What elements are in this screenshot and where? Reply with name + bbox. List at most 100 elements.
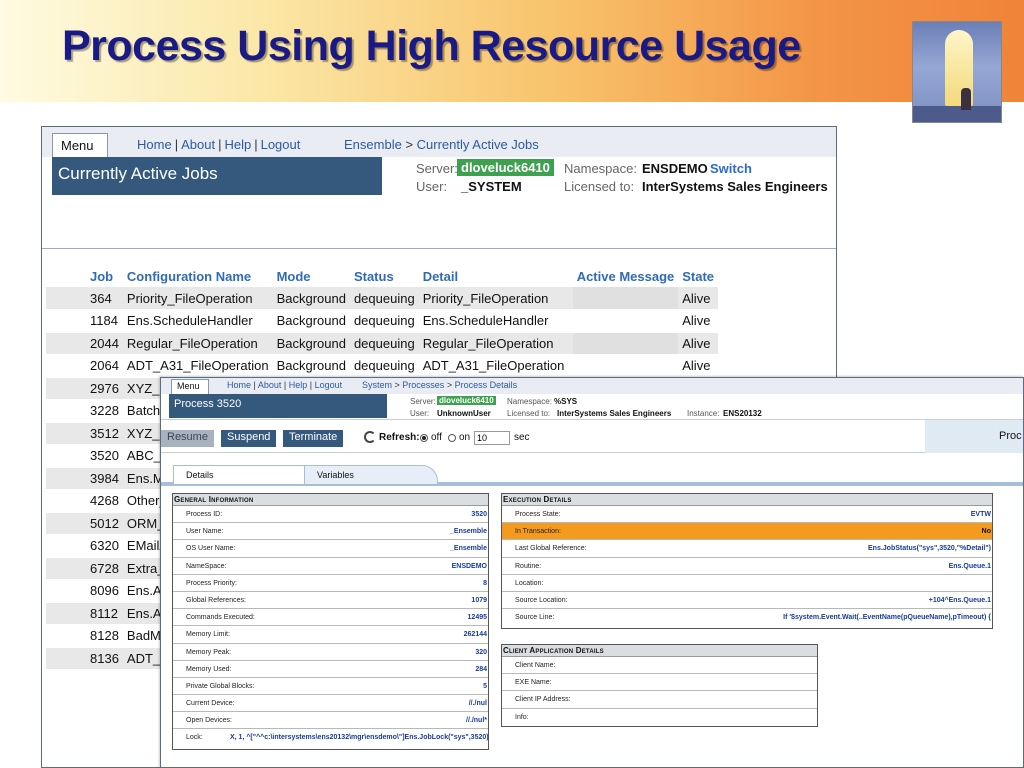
refresh-on-radio[interactable]: [448, 434, 456, 442]
row-spacer: [46, 399, 86, 423]
table-row[interactable]: 2044 Regular_FileOperation Background deque…: [46, 332, 719, 355]
logout-link[interactable]: Logout: [261, 137, 301, 152]
active-message-cell: [572, 287, 679, 310]
col-status[interactable]: Status: [350, 265, 419, 287]
detail-value: 284: [475, 665, 487, 673]
licensed-label: Licensed to:: [564, 179, 635, 194]
process-help-link[interactable]: Help: [289, 380, 308, 390]
client-application-panel: Client Application Details Client Name: E…: [501, 644, 818, 727]
active-message-cell: [572, 309, 679, 333]
user-value: _SYSTEM: [461, 179, 522, 194]
detail-row: Source Location: +104^Ens.Queue.1: [502, 592, 992, 610]
process-breadcrumb: System > Processes > Process Details: [362, 380, 518, 390]
job-cell: 2976: [86, 377, 123, 400]
col-active-message[interactable]: Active Message: [573, 265, 679, 287]
refresh-off-radio[interactable]: [420, 434, 428, 442]
row-spacer: [46, 512, 86, 535]
detail-key: Client IP Address:: [515, 696, 571, 704]
detail-row: Global References: 1079: [173, 592, 488, 610]
breadcrumb-current[interactable]: Currently Active Jobs: [417, 137, 539, 152]
process-logout-link[interactable]: Logout: [315, 380, 343, 390]
detail-key: Memory Used:: [186, 665, 232, 673]
detail-key: Routine:: [515, 562, 542, 570]
job-cell: 8128: [86, 624, 123, 648]
detail-key: Commands Executed:: [186, 614, 255, 622]
col-state[interactable]: State: [678, 265, 718, 287]
detail-row: Info:: [502, 709, 817, 726]
process-title: Process 3520: [169, 394, 387, 418]
tab-variables[interactable]: Variables: [304, 465, 438, 484]
detail-value: Ens.Queue.1: [948, 562, 991, 570]
job-cell: 4268: [86, 489, 123, 513]
tab-details[interactable]: Details: [173, 465, 309, 484]
detail-value: No: [981, 528, 991, 536]
job-cell: 5012: [86, 512, 123, 535]
row-spacer: [46, 422, 86, 445]
resume-button[interactable]: Resume: [161, 430, 214, 447]
process-user-value: UnknownUser: [437, 409, 491, 418]
detail-value: EVTW: [970, 511, 991, 518]
job-cell: 3228: [86, 399, 123, 423]
active-message-cell: [572, 332, 679, 355]
detail-value: 262144: [463, 631, 487, 639]
process-about-link[interactable]: About: [258, 380, 282, 390]
detail-value: 320: [475, 648, 487, 656]
row-spacer: [46, 377, 86, 400]
state-cell: Alive: [678, 287, 719, 310]
suspend-button[interactable]: Suspend: [221, 430, 277, 447]
detail-row: OS User Name: _Ensemble: [173, 540, 488, 558]
detail-key: User Name:: [186, 528, 224, 536]
refresh-seconds-input[interactable]: [474, 431, 510, 445]
detail-value: 12495: [467, 614, 487, 622]
detail-value: 3520: [471, 511, 487, 518]
refresh-on-label: on: [459, 432, 471, 443]
refresh-unit: sec: [514, 432, 530, 443]
about-link[interactable]: About: [181, 137, 215, 152]
detail-value: //./nul: [468, 700, 487, 708]
col-job[interactable]: Job: [86, 265, 123, 287]
row-spacer: [46, 624, 86, 648]
switch-link[interactable]: Switch: [710, 161, 752, 176]
table-row[interactable]: 2064 ADT_A31_FileOperation Background deque…: [46, 354, 719, 378]
process-home-link[interactable]: Home: [227, 380, 251, 390]
detail-key: EXE Name:: [515, 679, 552, 687]
detail-row: In Transaction: No: [502, 523, 992, 541]
breadcrumb-ensemble[interactable]: Ensemble: [344, 137, 402, 152]
detail-value: _Ensemble: [450, 545, 487, 553]
detail-cell: ADT_A31_FileOperation: [418, 354, 573, 378]
tab-strip: Details Variables: [161, 464, 1023, 486]
detail-key: Private Global Blocks:: [186, 682, 255, 690]
person-figure: [961, 88, 971, 110]
menu-tab[interactable]: Menu: [52, 133, 108, 157]
col-detail[interactable]: Detail: [419, 265, 573, 287]
detail-key: Memory Peak:: [186, 648, 232, 656]
process-menu-tab[interactable]: Menu: [171, 379, 209, 394]
jobs-divider: [42, 248, 836, 249]
server-value: dloveluck6410: [457, 159, 554, 176]
job-cell: 1184: [86, 309, 123, 333]
process-breadcrumb-processes[interactable]: Processes: [402, 380, 444, 390]
general-information-heading: General Information: [173, 494, 488, 506]
general-information-panel: General Information Process ID: 3520 User …: [172, 493, 489, 750]
job-cell: 6728: [86, 557, 123, 580]
detail-row: Process State: EVTW: [502, 506, 992, 524]
col-configuration-name[interactable]: Configuration Name: [123, 265, 273, 287]
detail-row: Memory Peak: 320: [173, 644, 488, 661]
row-spacer: [46, 647, 86, 670]
execution-details-panel: Execution Details Process State: EVTW In T…: [501, 493, 993, 629]
terminate-button[interactable]: Terminate: [283, 430, 344, 447]
detail-key: Lock:: [186, 734, 203, 742]
help-link[interactable]: Help: [224, 137, 251, 152]
process-breadcrumb-current[interactable]: Process Details: [455, 380, 518, 390]
row-spacer: [46, 444, 86, 468]
job-cell: 8096: [86, 579, 123, 603]
state-cell: Alive: [678, 354, 719, 378]
process-breadcrumb-system[interactable]: System: [362, 380, 392, 390]
row-spacer: [46, 309, 86, 333]
home-link[interactable]: Home: [137, 137, 172, 152]
process-server-value: dloveluck6410: [437, 396, 496, 405]
table-row[interactable]: 1184 Ens.ScheduleHandler Background dequeui…: [46, 309, 719, 333]
col-mode[interactable]: Mode: [273, 265, 350, 287]
table-row[interactable]: 364 Priority_FileOperation Background deque…: [46, 287, 719, 310]
detail-row: Process Priority: 8: [173, 575, 488, 592]
